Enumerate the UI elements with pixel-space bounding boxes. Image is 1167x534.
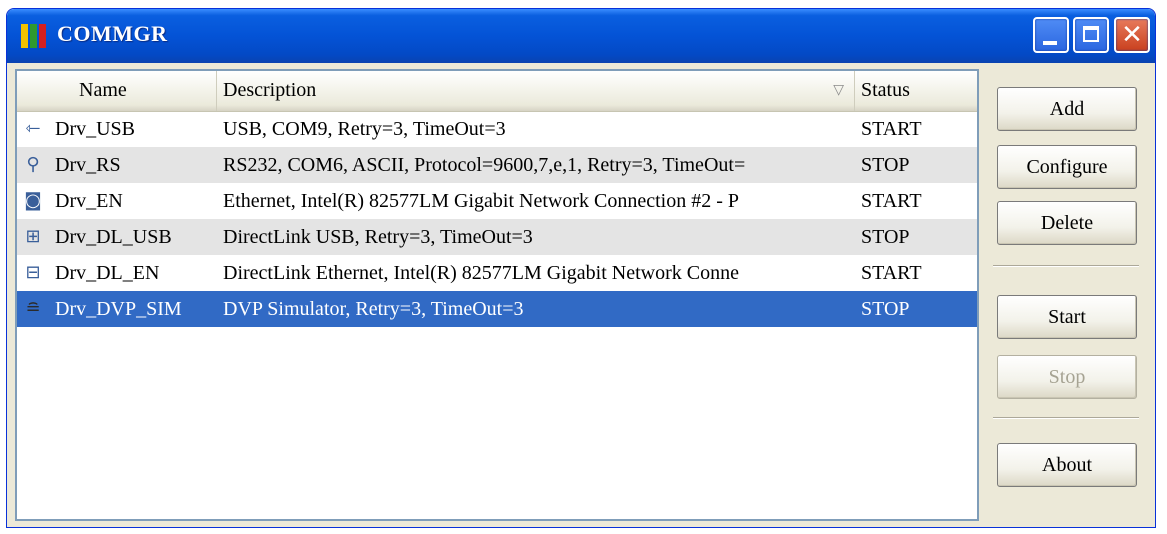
cell-status: START <box>861 190 922 212</box>
cell-name: Drv_DL_EN <box>55 262 160 284</box>
driver-icon: ◙ <box>24 190 42 211</box>
column-header-name[interactable]: Name <box>17 71 217 111</box>
list-row[interactable]: ≘ Drv_DVP_SIM DVP Simulator, Retry=3, Time… <box>17 291 977 327</box>
list-row[interactable]: ⊞ Drv_DL_USB DirectLink USB, Retry=3, Time… <box>17 219 977 255</box>
list-row[interactable]: ⇽ Drv_USB USB, COM9, Retry=3, TimeOut=3 STA… <box>17 111 977 147</box>
cell-name: Drv_EN <box>55 190 123 212</box>
list-header: Name Description ▽ Status <box>17 71 977 112</box>
maximize-button[interactable] <box>1073 17 1109 53</box>
configure-button[interactable]: Configure <box>997 145 1137 189</box>
maximize-icon <box>1083 26 1099 42</box>
sort-descending-icon: ▽ <box>833 82 844 98</box>
driver-icon: ⇽ <box>25 118 41 139</box>
app-icon <box>21 24 49 48</box>
driver-icon: ≘ <box>25 298 41 319</box>
cell-name: Drv_DL_USB <box>55 226 172 248</box>
separator <box>993 417 1139 419</box>
cell-status: START <box>861 262 922 284</box>
window-title: COMMGR <box>57 21 168 46</box>
start-button[interactable]: Start <box>997 295 1137 339</box>
driver-list[interactable]: Name Description ▽ Status ⇽ Drv_USB USB, C… <box>15 69 979 521</box>
close-button[interactable]: ✕ <box>1114 17 1150 53</box>
column-header-status[interactable]: Status <box>855 71 977 111</box>
title-bar[interactable]: COMMGR ✕ <box>7 9 1155 63</box>
cell-status: STOP <box>861 226 910 248</box>
column-header-description[interactable]: Description ▽ <box>217 71 855 111</box>
delete-button[interactable]: Delete <box>997 201 1137 245</box>
cell-description: Ethernet, Intel(R) 82577LM Gigabit Netwo… <box>223 190 740 212</box>
cell-status: START <box>861 118 922 140</box>
list-row[interactable]: ◙ Drv_EN Ethernet, Intel(R) 82577LM Gigabi… <box>17 183 977 219</box>
cell-name: Drv_RS <box>55 154 121 176</box>
driver-icon: ⚲ <box>26 154 40 175</box>
separator <box>993 265 1139 267</box>
driver-icon: ⊟ <box>25 262 41 283</box>
commgr-window: COMMGR ✕ Name Description ▽ Status ⇽ Drv_… <box>6 8 1156 528</box>
cell-description: DirectLink USB, Retry=3, TimeOut=3 <box>223 226 533 248</box>
list-row[interactable]: ⚲ Drv_RS RS232, COM6, ASCII, Protocol=9600… <box>17 147 977 183</box>
list-row[interactable]: ⊟ Drv_DL_EN DirectLink Ethernet, Intel(R) … <box>17 255 977 291</box>
close-icon: ✕ <box>1121 20 1143 50</box>
cell-name: Drv_DVP_SIM <box>55 298 182 320</box>
cell-description: RS232, COM6, ASCII, Protocol=9600,7,e,1,… <box>223 154 746 176</box>
about-button[interactable]: About <box>997 443 1137 487</box>
stop-button[interactable]: Stop <box>997 355 1137 399</box>
cell-status: STOP <box>861 298 910 320</box>
minimize-button[interactable] <box>1033 17 1069 53</box>
app-icon-bar-yellow <box>21 24 28 48</box>
cell-status: STOP <box>861 154 910 176</box>
driver-icon: ⊞ <box>25 226 41 247</box>
app-icon-bar-green <box>30 24 37 48</box>
column-header-description-label: Description <box>223 79 317 101</box>
add-button[interactable]: Add <box>997 87 1137 131</box>
cell-description: DVP Simulator, Retry=3, TimeOut=3 <box>223 298 524 320</box>
cell-name: Drv_USB <box>55 118 136 140</box>
app-icon-bar-red <box>39 24 46 48</box>
minimize-icon <box>1043 41 1057 45</box>
action-panel: Add Configure Delete Start Stop About <box>991 69 1149 521</box>
cell-description: DirectLink Ethernet, Intel(R) 82577LM Gi… <box>223 262 739 284</box>
cell-description: USB, COM9, Retry=3, TimeOut=3 <box>223 118 506 140</box>
